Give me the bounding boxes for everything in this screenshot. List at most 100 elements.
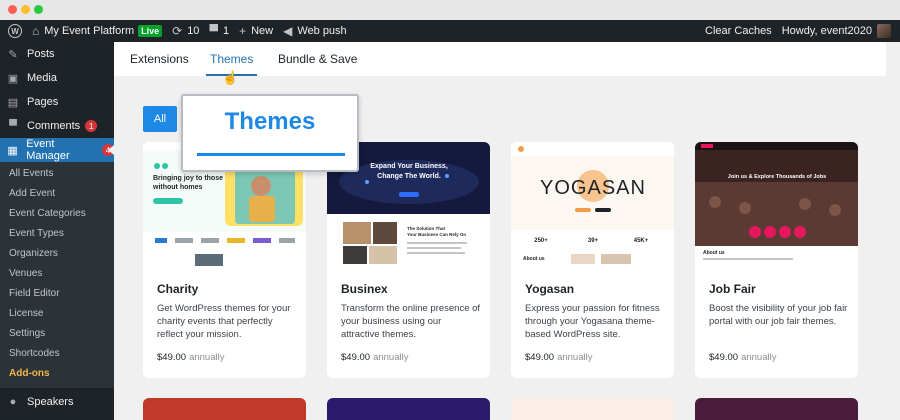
- submenu-settings[interactable]: Settings: [0, 324, 114, 344]
- theme-card-next-row[interactable]: [511, 398, 674, 420]
- sidebar-item-label: Speakers: [27, 396, 74, 408]
- updates-icon: ⟳: [172, 24, 183, 38]
- sidebar-item-media[interactable]: ▣ Media: [0, 66, 114, 90]
- comment-icon: ▀: [9, 120, 17, 132]
- svg-text:About us: About us: [703, 250, 725, 256]
- theme-card-yogasan[interactable]: YOGASAN 250+ 39+ 45K+ About us Yogasan E…: [511, 142, 674, 378]
- tab-extensions[interactable]: Extensions: [126, 42, 193, 76]
- submenu-add-ons[interactable]: Add-ons: [0, 364, 114, 384]
- home-icon: ⌂: [32, 24, 40, 38]
- svg-text:YOGASAN: YOGASAN: [540, 177, 646, 199]
- yogasan-thumbnail: YOGASAN 250+ 39+ 45K+ About us: [511, 142, 674, 266]
- sidebar-item-label: Pages: [27, 96, 59, 108]
- submenu-all-events[interactable]: All Events: [0, 164, 114, 184]
- zoom-callout-label: Themes: [224, 108, 316, 135]
- event-manager-badge: 4: [102, 144, 114, 156]
- theme-card-charity[interactable]: Bringing joy to those without homes Char…: [143, 142, 306, 378]
- speaker-icon: ●: [9, 396, 17, 408]
- filter-all-button[interactable]: All: [143, 106, 177, 132]
- theme-card-next-row[interactable]: [327, 398, 490, 420]
- comment-bubble-icon: ▀: [209, 24, 218, 38]
- pin-icon: ✎: [8, 48, 18, 61]
- site-name: My Event Platform: [44, 25, 135, 37]
- svg-text:Expand Your Business,: Expand Your Business,: [370, 163, 448, 170]
- howdy-label: Howdy, event2020: [781, 25, 872, 37]
- themes-zoom-callout: Themes: [181, 94, 359, 172]
- sidebar-item-pages[interactable]: ▤ Pages: [0, 90, 114, 114]
- plus-icon: +: [239, 24, 247, 38]
- theme-description: Transform the online presence of your bu…: [341, 303, 481, 340]
- price-period: annually: [741, 352, 777, 363]
- sidebar-item-posts[interactable]: ✎ Posts: [0, 42, 114, 66]
- svg-text:Bringing joy to those: Bringing joy to those: [153, 175, 223, 182]
- submenu-shortcodes[interactable]: Shortcodes: [0, 344, 114, 364]
- window-titlebar: [0, 0, 900, 20]
- theme-name: Yogasan: [525, 282, 575, 296]
- new-content-menu[interactable]: + New: [234, 20, 278, 42]
- theme-description: Get WordPress themes for your charity ev…: [157, 303, 291, 340]
- admin-sidebar: ✎ Posts ▣ Media ▤ Pages ▀ Comments 1 ▦ E…: [0, 42, 114, 420]
- theme-description: Express your passion for fitness through…: [525, 303, 660, 340]
- zoom-callout-underline: [197, 153, 345, 156]
- price-period: annually: [557, 352, 593, 363]
- theme-card-businex[interactable]: Expand Your Business, Change The World. …: [327, 142, 490, 378]
- theme-card-job-fair[interactable]: Join us & Explore Thousands of Jobs Abou…: [695, 142, 858, 378]
- web-push-menu[interactable]: ◀ Web push: [278, 20, 352, 42]
- hand-cursor-icon: ☝: [222, 70, 239, 85]
- submenu-event-types[interactable]: Event Types: [0, 224, 114, 244]
- comments-badge: 1: [85, 120, 98, 132]
- submenu-add-event[interactable]: Add Event: [0, 184, 114, 204]
- svg-text:The Solution That: The Solution That: [407, 226, 445, 231]
- updates-count: 10: [187, 25, 200, 37]
- theme-name: Charity: [157, 282, 199, 296]
- megaphone-icon: ◀: [283, 24, 293, 38]
- tab-bundle-save[interactable]: Bundle & Save: [274, 42, 361, 76]
- main-content: Extensions Themes Bundle & Save ☝ All Br…: [114, 42, 900, 420]
- job-fair-thumbnail: Join us & Explore Thousands of Jobs Abou…: [695, 142, 858, 266]
- clear-caches-button[interactable]: Clear Caches: [700, 20, 777, 42]
- admin-bar: W ⌂ My Event Platform Live ⟳ 10 ▀ 1 + Ne…: [0, 20, 900, 42]
- comments-menu[interactable]: ▀ 1: [204, 20, 234, 42]
- account-menu[interactable]: Howdy, event2020: [777, 20, 900, 42]
- close-window-button[interactable]: [8, 5, 17, 14]
- theme-description: Boost the visibility of your job fair po…: [709, 303, 848, 327]
- theme-name: Businex: [341, 282, 388, 296]
- svg-text:45K+: 45K+: [634, 238, 649, 244]
- svg-text:Change The World.: Change The World.: [377, 173, 441, 180]
- submenu-field-editor[interactable]: Field Editor: [0, 284, 114, 304]
- svg-text:Your Business Can Rely On: Your Business Can Rely On: [407, 232, 466, 237]
- live-badge: Live: [138, 25, 163, 37]
- updates-menu[interactable]: ⟳ 10: [167, 20, 204, 42]
- site-name-menu[interactable]: ⌂ My Event Platform Live: [27, 20, 167, 42]
- theme-card-next-row[interactable]: [143, 398, 306, 420]
- sidebar-item-label: Media: [27, 72, 57, 84]
- svg-text:250+: 250+: [534, 238, 548, 244]
- sidebar-item-event-manager[interactable]: ▦ Event Manager 4: [0, 138, 114, 162]
- submenu-organizers[interactable]: Organizers: [0, 244, 114, 264]
- theme-price: $49.00 annually: [157, 352, 224, 363]
- price-amount: $49.00: [341, 352, 371, 363]
- price-amount: $49.00: [525, 352, 555, 363]
- comments-count: 1: [222, 25, 230, 37]
- avatar: [877, 24, 891, 38]
- submenu-venues[interactable]: Venues: [0, 264, 114, 284]
- sidebar-item-label: Posts: [27, 48, 55, 60]
- theme-price: $49.00 annually: [341, 352, 408, 363]
- svg-text:Join us & Explore Thousands of: Join us & Explore Thousands of Jobs: [728, 174, 826, 180]
- sidebar-item-label: Event Manager: [26, 138, 70, 162]
- theme-price: $49.00 annually: [525, 352, 592, 363]
- theme-card-next-row[interactable]: [695, 398, 858, 420]
- maximize-window-button[interactable]: [34, 5, 43, 14]
- minimize-window-button[interactable]: [21, 5, 30, 14]
- event-manager-submenu: All Events Add Event Event Categories Ev…: [0, 162, 114, 388]
- submenu-event-categories[interactable]: Event Categories: [0, 204, 114, 224]
- calendar-icon: ▦: [7, 144, 18, 157]
- sidebar-item-speakers[interactable]: ● Speakers: [0, 390, 114, 414]
- sidebar-item-comments[interactable]: ▀ Comments 1: [0, 114, 114, 138]
- theme-name: Job Fair: [709, 282, 756, 296]
- svg-text:About us: About us: [523, 256, 545, 262]
- wp-logo-menu[interactable]: W: [0, 20, 27, 42]
- pages-icon: ▤: [7, 96, 19, 109]
- submenu-license[interactable]: License: [0, 304, 114, 324]
- wordpress-logo-icon: W: [8, 24, 22, 38]
